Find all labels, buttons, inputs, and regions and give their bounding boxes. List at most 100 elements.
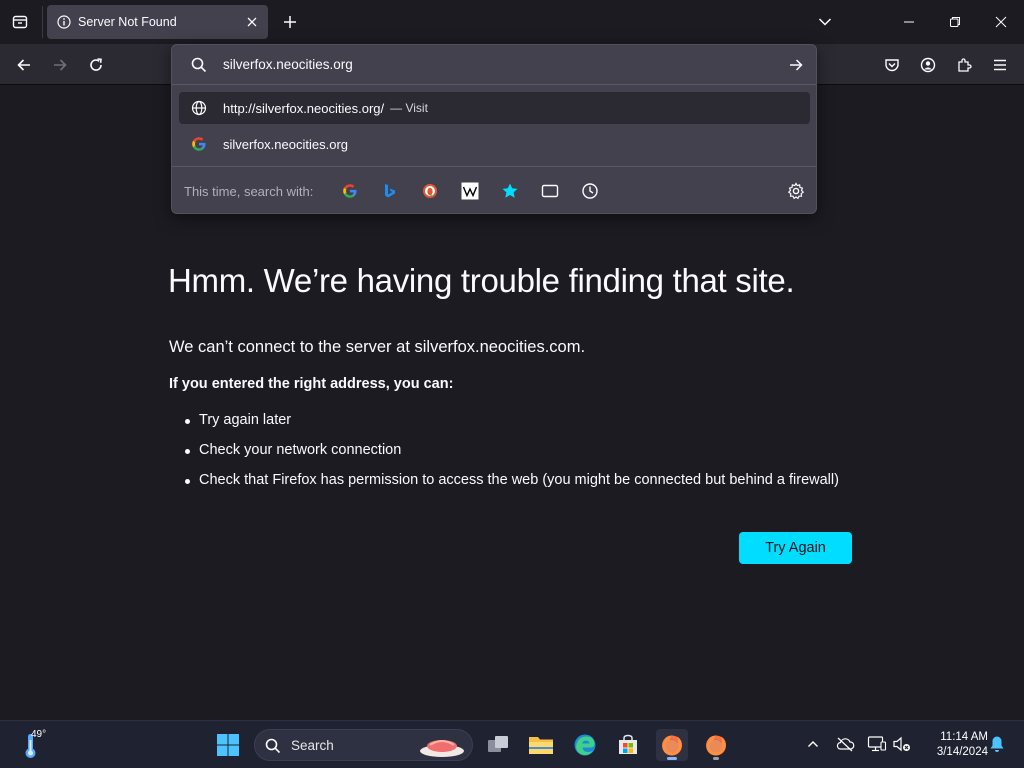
list-item: Check that Firefox has permission to acc… [185,472,839,502]
network-icon [867,736,887,752]
restore-button[interactable] [932,0,978,44]
edge-button[interactable] [569,729,601,761]
taskbar-search[interactable]: Search [254,729,473,761]
pocket-icon [885,59,899,72]
search-settings-button[interactable] [785,180,807,202]
firefox-button-active[interactable] [656,729,688,761]
network-button[interactable] [866,733,888,755]
clock-date: 3/14/2024 [936,746,988,758]
list-all-tabs-button[interactable] [802,0,848,44]
forward-button[interactable] [45,50,75,80]
restore-icon [950,17,960,27]
tab-separator [42,6,43,38]
weather-temperature: 49° [31,729,47,740]
windows-taskbar: 49° Search 11:14 AM 3/14/2024 [0,720,1024,768]
back-button[interactable] [9,50,39,80]
result-visit-url[interactable]: http://silverfox.neocities.org/ — Visit [179,92,810,124]
puzzle-icon [958,58,972,72]
firefox-window: Server Not Found Hmm. We’re having troub… [0,0,1024,768]
notifications-button[interactable] [986,733,1008,755]
volume-muted-icon [893,736,910,752]
duckduckgo-icon[interactable] [419,180,441,202]
task-view-icon [488,736,508,752]
search-icon [265,738,281,754]
bell-icon [990,736,1004,752]
search-icon [191,57,207,73]
onedrive-button[interactable] [834,733,856,755]
error-title: Hmm. We’re having trouble finding that s… [168,262,795,299]
clock-time: 11:14 AM [940,731,988,743]
account-button[interactable] [913,50,943,80]
result-title: http://silverfox.neocities.org/ [223,100,385,116]
task-view-button[interactable] [482,729,514,761]
google-icon [190,135,208,153]
search-with-label: This time, search with: [184,184,314,199]
result-search-google[interactable]: silverfox.neocities.org [179,128,810,160]
running-indicator [713,757,719,760]
firefox-icon [706,735,726,756]
history-icon[interactable] [579,180,601,202]
windows-logo-icon [217,734,239,756]
forward-arrow-icon [54,59,67,71]
tab-list-button[interactable] [6,8,34,36]
volume-button[interactable] [891,733,913,755]
error-subtitle: If you entered the right address, you ca… [169,376,454,392]
result-title: silverfox.neocities.org [223,136,348,152]
start-button[interactable] [212,729,244,761]
firefox-icon [662,735,682,756]
tab-strip: Server Not Found [0,0,1024,44]
menu-button[interactable] [985,50,1015,80]
account-icon [920,57,936,73]
search-highlight-icon [420,740,464,757]
close-window-button[interactable] [978,0,1024,44]
firefox-button[interactable] [700,729,732,761]
back-arrow-icon [17,59,30,71]
file-explorer-button[interactable] [525,729,557,761]
reload-button[interactable] [81,50,111,80]
reload-icon [90,58,102,71]
google-icon[interactable] [339,180,361,202]
new-tab-button[interactable] [276,8,304,36]
cloud-off-icon [836,737,855,752]
extensions-button[interactable] [949,50,979,80]
tabs-icon[interactable] [539,180,561,202]
gear-icon [787,182,805,200]
system-clock[interactable]: 11:14 AM 3/14/2024 [922,730,988,760]
chevron-down-icon [818,18,832,26]
info-icon [56,14,72,30]
tab-close-button[interactable] [240,10,264,34]
hamburger-icon [994,59,1006,71]
edge-icon [574,734,596,756]
search-label: Search [291,738,334,753]
close-icon [247,17,257,27]
wikipedia-icon[interactable] [459,180,481,202]
urlbar-dropdown: silverfox.neocities.org http://silverfox… [171,44,817,214]
chevron-up-icon [808,741,818,747]
show-hidden-icons-button[interactable] [802,733,824,755]
arrow-right-icon [790,59,803,71]
url-text[interactable]: silverfox.neocities.org [223,57,353,72]
tab-list-icon [12,15,28,29]
store-icon [619,734,637,754]
microsoft-store-button[interactable] [612,729,644,761]
close-icon [995,16,1007,28]
one-off-search-bar: This time, search with: [172,166,816,214]
pocket-button[interactable] [877,50,907,80]
go-button[interactable] [786,55,806,75]
error-description: We can’t connect to the server at silver… [169,338,586,356]
list-item: Check your network connection [185,442,839,472]
globe-icon [190,99,208,117]
url-input[interactable]: silverfox.neocities.org [172,45,816,85]
plus-icon [284,16,296,28]
try-again-button[interactable]: Try Again [739,532,852,564]
tab-title: Server Not Found [78,15,177,29]
tab-server-not-found[interactable]: Server Not Found [47,5,268,39]
suggestion-list: Try again later Check your network conne… [185,412,839,502]
minimize-button[interactable] [886,0,932,44]
result-action: — Visit [390,101,428,115]
bing-icon[interactable] [379,180,401,202]
active-indicator [667,757,677,760]
bookmarks-icon[interactable] [499,180,521,202]
minimize-icon [904,21,914,23]
folder-icon [529,737,553,754]
